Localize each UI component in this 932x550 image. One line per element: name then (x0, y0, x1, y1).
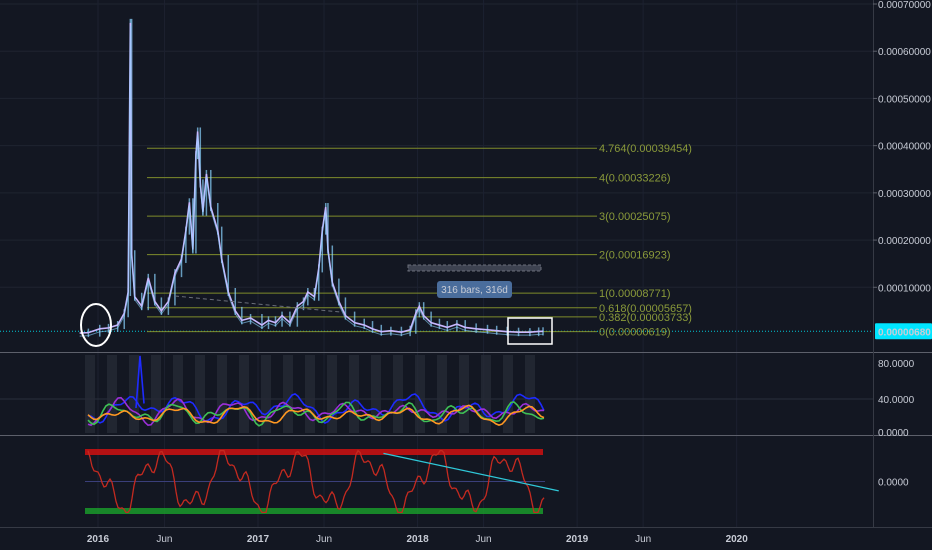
time-tick-label: 2017 (247, 534, 270, 545)
chart-canvas[interactable]: 4.764(0.00039454) 4(0.00033226) 3(0.000250… (0, 0, 932, 550)
oscillator-shade (173, 355, 183, 433)
measure-label: 316 bars, 316d (441, 285, 508, 296)
oscillator-tick-label: 40.0000 (878, 395, 915, 406)
chart-background (0, 0, 932, 550)
fib-level-label: 1(0.00008771) (599, 288, 671, 300)
oscillator-shade (459, 355, 469, 433)
price-tick-label: 0.00040000 (878, 142, 931, 153)
fib-level-label: 0(0.00000619) (599, 327, 671, 339)
price-tick-label: 0.00070000 (878, 0, 931, 11)
price-tick-label: 0.00010000 (878, 283, 931, 294)
price-tick-label: 0.00060000 (878, 47, 931, 58)
oscillator-shade (393, 355, 403, 433)
measure-range-bar (407, 264, 542, 272)
oscillator-shade (283, 355, 293, 433)
fib-level-label: 4(0.00033226) (599, 173, 671, 185)
time-tick-label: 2018 (406, 534, 429, 545)
oscillator-shade (239, 355, 249, 433)
fib-level-label: 0.382(0.00003733) (599, 312, 692, 324)
momentum-tick-label: 0.0000 (878, 478, 909, 489)
oscillator-shade (481, 355, 491, 433)
fib-level-label: 2(0.00016923) (599, 250, 671, 262)
time-tick-label: 2019 (566, 534, 589, 545)
fib-level-label: 4.764(0.00039454) (599, 143, 692, 155)
oscillator-shade (349, 355, 359, 433)
oscillator-shade (107, 355, 117, 433)
oscillator-tick-label: 80.0000 (878, 359, 915, 370)
time-tick-label: Jun (156, 534, 172, 545)
price-tick-label: 0.00030000 (878, 189, 931, 200)
momentum-band (85, 449, 543, 455)
time-tick-label: 2020 (726, 534, 749, 545)
time-tick-label: 2016 (87, 534, 110, 545)
oscillator-shade (305, 355, 315, 433)
price-tick-label: 0.00050000 (878, 94, 931, 105)
oscillator-shade (525, 355, 535, 433)
time-tick-label: Jun (635, 534, 651, 545)
price-tick-label: 0.00020000 (878, 236, 931, 247)
oscillator-tick-label: 0.0000 (878, 428, 909, 439)
current-price-label: 0.00000680 (878, 327, 931, 338)
fib-level-label: 3(0.00025075) (599, 211, 671, 223)
time-tick-label: Jun (316, 534, 332, 545)
time-tick-label: Jun (476, 534, 492, 545)
oscillator-shade (371, 355, 381, 433)
